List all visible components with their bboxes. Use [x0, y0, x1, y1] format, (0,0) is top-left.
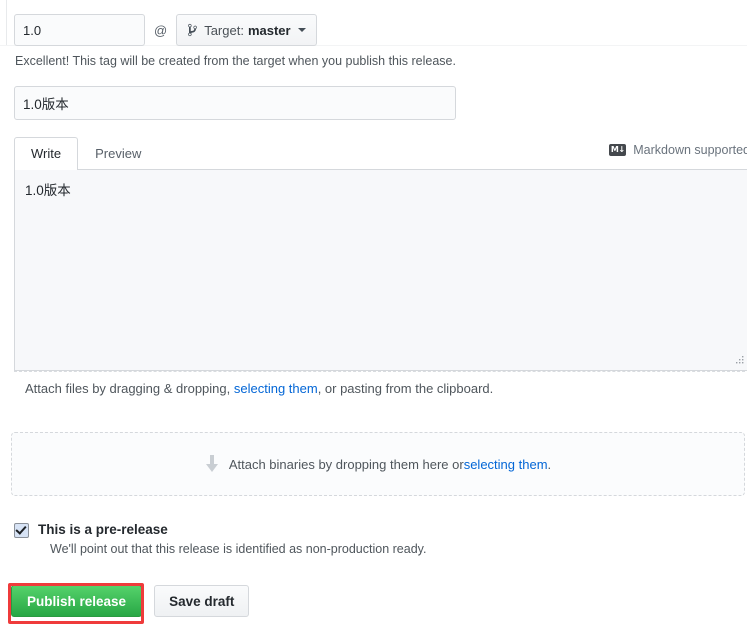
- prerelease-description: We'll point out that this release is ide…: [50, 542, 427, 556]
- release-description-textarea[interactable]: [15, 170, 747, 370]
- attach-binaries-dropzone[interactable]: Attach binaries by dropping them here or…: [11, 432, 745, 496]
- dropzone-prefix: Attach binaries by dropping them here or: [228, 456, 464, 472]
- tab-write[interactable]: Write: [14, 137, 79, 171]
- dropzone-selecting-them-link[interactable]: selecting them: [464, 457, 548, 472]
- publish-release-button[interactable]: Publish release: [11, 585, 143, 617]
- chevron-down-icon: [297, 28, 306, 32]
- editor-tabnav: Write Preview M↓ Markdown supported: [14, 135, 747, 171]
- prerelease-label[interactable]: This is a pre-release: [38, 521, 426, 538]
- target-branch-dropdown[interactable]: Target: master: [176, 14, 317, 46]
- dropzone-suffix: .: [547, 456, 552, 472]
- git-branch-icon: [187, 23, 198, 37]
- tab-preview[interactable]: Preview: [78, 137, 158, 170]
- editor-body: [14, 170, 747, 371]
- attach-files-suffix: , or pasting from the clipboard.: [317, 381, 494, 396]
- at-symbol: @: [154, 22, 168, 38]
- target-label: Target:: [204, 22, 244, 38]
- selecting-them-link[interactable]: selecting them: [234, 381, 318, 396]
- markdown-supported-label: Markdown supported: [633, 143, 747, 157]
- target-branch-value: master: [247, 22, 291, 38]
- prerelease-text: This is a pre-release We'll point out th…: [38, 521, 426, 556]
- release-title-input[interactable]: [14, 86, 456, 120]
- release-description-box: Write Preview M↓ Markdown supported 1.0版…: [14, 135, 747, 405]
- attach-files-prefix: Attach files by dragging & dropping,: [25, 381, 234, 396]
- attach-files-footer: Attach files by dragging & dropping, sel…: [14, 371, 747, 405]
- prerelease-section: This is a pre-release We'll point out th…: [14, 521, 426, 556]
- tag-version-input[interactable]: [14, 14, 145, 46]
- tag-row: @ Target: master: [14, 14, 317, 46]
- form-actions: Publish release Save draft: [11, 585, 250, 617]
- markdown-supported-note[interactable]: M↓ Markdown supported: [609, 143, 747, 157]
- prerelease-checkbox[interactable]: [14, 523, 29, 538]
- markdown-icon: M↓: [609, 144, 627, 156]
- dropzone-content: Attach binaries by dropping them here or…: [205, 455, 551, 473]
- tag-helper-note: Excellent! This tag will be created from…: [15, 54, 456, 68]
- editor-tabs: Write Preview: [14, 137, 158, 171]
- save-draft-button[interactable]: Save draft: [154, 585, 250, 617]
- container-left-edge: [6, 0, 7, 46]
- down-arrow-icon: [205, 455, 219, 473]
